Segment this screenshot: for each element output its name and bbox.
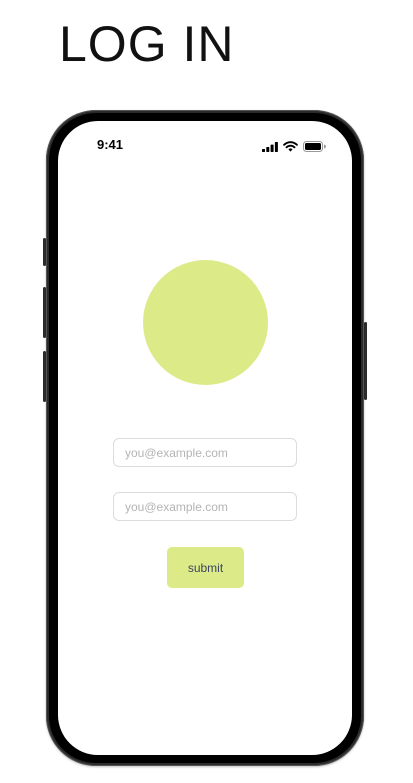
status-icons	[262, 139, 326, 157]
avatar-placeholder	[143, 260, 268, 385]
phone-power-button	[364, 322, 367, 400]
wifi-icon	[283, 139, 298, 157]
phone-volume-up-button	[43, 287, 46, 338]
email-field[interactable]	[113, 438, 297, 467]
second-input-field[interactable]	[113, 492, 297, 521]
phone-action-button	[43, 238, 46, 266]
phone-screen: 9:41 submit	[58, 121, 352, 755]
cellular-signal-icon	[262, 139, 278, 157]
phone-volume-down-button	[43, 351, 46, 402]
battery-icon	[303, 139, 326, 157]
submit-button[interactable]: submit	[167, 547, 244, 588]
page-title: LOG IN	[59, 16, 235, 72]
status-time: 9:41	[97, 137, 124, 152]
